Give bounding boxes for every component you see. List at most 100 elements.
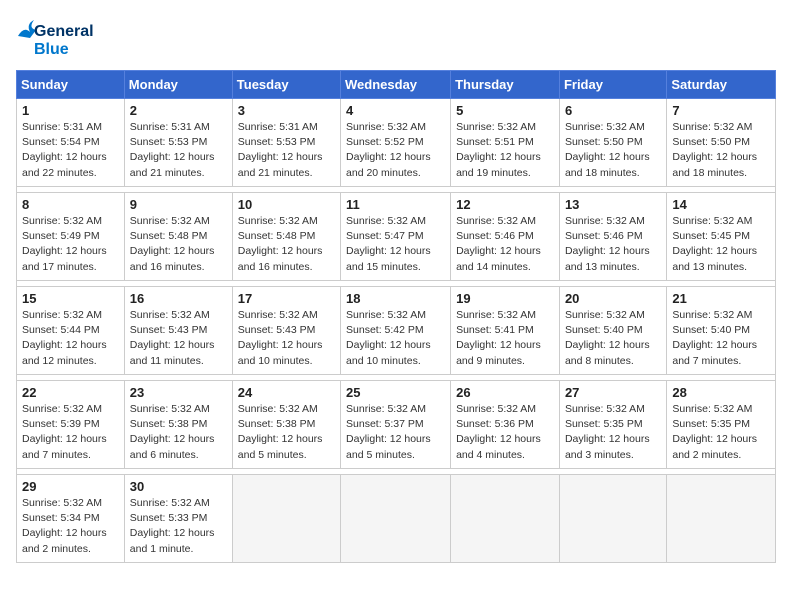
calendar-cell: 30 Sunrise: 5:32 AMSunset: 5:33 PMDayligh… [124,475,232,563]
calendar-cell: 19 Sunrise: 5:32 AMSunset: 5:41 PMDayligh… [451,287,560,375]
day-info: Sunrise: 5:32 AMSunset: 5:45 PMDaylight:… [672,214,770,275]
day-info: Sunrise: 5:32 AMSunset: 5:40 PMDaylight:… [565,308,661,369]
day-header-monday: Monday [124,71,232,99]
day-number: 19 [456,291,554,306]
day-info: Sunrise: 5:32 AMSunset: 5:33 PMDaylight:… [130,496,227,557]
day-info: Sunrise: 5:32 AMSunset: 5:41 PMDaylight:… [456,308,554,369]
day-number: 13 [565,197,661,212]
day-number: 20 [565,291,661,306]
day-number: 16 [130,291,227,306]
day-info: Sunrise: 5:31 AMSunset: 5:53 PMDaylight:… [238,120,335,181]
day-info: Sunrise: 5:32 AMSunset: 5:34 PMDaylight:… [22,496,119,557]
day-info: Sunrise: 5:32 AMSunset: 5:38 PMDaylight:… [130,402,227,463]
day-info: Sunrise: 5:32 AMSunset: 5:46 PMDaylight:… [456,214,554,275]
day-info: Sunrise: 5:32 AMSunset: 5:39 PMDaylight:… [22,402,119,463]
day-info: Sunrise: 5:32 AMSunset: 5:42 PMDaylight:… [346,308,445,369]
day-number: 9 [130,197,227,212]
week-row-3: 15 Sunrise: 5:32 AMSunset: 5:44 PMDayligh… [17,287,776,375]
calendar-cell: 13 Sunrise: 5:32 AMSunset: 5:46 PMDayligh… [559,193,666,281]
day-number: 18 [346,291,445,306]
calendar-cell: 4 Sunrise: 5:32 AMSunset: 5:52 PMDaylight… [341,99,451,187]
day-header-friday: Friday [559,71,666,99]
day-info: Sunrise: 5:32 AMSunset: 5:43 PMDaylight:… [238,308,335,369]
calendar-cell: 5 Sunrise: 5:32 AMSunset: 5:51 PMDaylight… [451,99,560,187]
calendar-cell: 8 Sunrise: 5:32 AMSunset: 5:49 PMDaylight… [17,193,125,281]
calendar-cell [451,475,560,563]
day-number: 11 [346,197,445,212]
day-number: 24 [238,385,335,400]
day-number: 22 [22,385,119,400]
calendar-header-row: SundayMondayTuesdayWednesdayThursdayFrid… [17,71,776,99]
day-header-wednesday: Wednesday [341,71,451,99]
calendar-cell: 26 Sunrise: 5:32 AMSunset: 5:36 PMDayligh… [451,381,560,469]
day-number: 15 [22,291,119,306]
calendar-cell: 23 Sunrise: 5:32 AMSunset: 5:38 PMDayligh… [124,381,232,469]
day-number: 1 [22,103,119,118]
calendar-cell: 10 Sunrise: 5:32 AMSunset: 5:48 PMDayligh… [232,193,340,281]
week-row-2: 8 Sunrise: 5:32 AMSunset: 5:49 PMDaylight… [17,193,776,281]
day-number: 12 [456,197,554,212]
calendar-cell: 9Sunrise: 5:32 AMSunset: 5:48 PMDaylight… [124,193,232,281]
day-number: 25 [346,385,445,400]
day-info: Sunrise: 5:32 AMSunset: 5:46 PMDaylight:… [565,214,661,275]
calendar-cell: 17Sunrise: 5:32 AMSunset: 5:43 PMDayligh… [232,287,340,375]
day-header-sunday: Sunday [17,71,125,99]
calendar-cell: 29 Sunrise: 5:32 AMSunset: 5:34 PMDayligh… [17,475,125,563]
day-number: 27 [565,385,661,400]
calendar-cell: 22 Sunrise: 5:32 AMSunset: 5:39 PMDayligh… [17,381,125,469]
calendar-cell: 27Sunrise: 5:32 AMSunset: 5:35 PMDayligh… [559,381,666,469]
calendar-cell: 16 Sunrise: 5:32 AMSunset: 5:43 PMDayligh… [124,287,232,375]
day-number: 3 [238,103,335,118]
day-number: 21 [672,291,770,306]
calendar-cell [232,475,340,563]
calendar-cell: 28 Sunrise: 5:32 AMSunset: 5:35 PMDayligh… [667,381,776,469]
day-info: Sunrise: 5:32 AMSunset: 5:50 PMDaylight:… [565,120,661,181]
day-number: 29 [22,479,119,494]
day-number: 26 [456,385,554,400]
day-number: 7 [672,103,770,118]
week-row-4: 22 Sunrise: 5:32 AMSunset: 5:39 PMDayligh… [17,381,776,469]
day-info: Sunrise: 5:31 AMSunset: 5:54 PMDaylight:… [22,120,119,181]
day-info: Sunrise: 5:32 AMSunset: 5:50 PMDaylight:… [672,120,770,181]
svg-text:General: General [34,23,94,40]
calendar-cell: 14Sunrise: 5:32 AMSunset: 5:45 PMDayligh… [667,193,776,281]
calendar-cell: 20 Sunrise: 5:32 AMSunset: 5:40 PMDayligh… [559,287,666,375]
calendar-cell: 3 Sunrise: 5:31 AMSunset: 5:53 PMDaylight… [232,99,340,187]
day-info: Sunrise: 5:32 AMSunset: 5:35 PMDaylight:… [672,402,770,463]
day-number: 5 [456,103,554,118]
calendar-table: SundayMondayTuesdayWednesdayThursdayFrid… [16,70,776,563]
day-number: 4 [346,103,445,118]
day-number: 28 [672,385,770,400]
day-info: Sunrise: 5:32 AMSunset: 5:37 PMDaylight:… [346,402,445,463]
calendar-cell: 2Sunrise: 5:31 AMSunset: 5:53 PMDaylight… [124,99,232,187]
calendar-cell: 18 Sunrise: 5:32 AMSunset: 5:42 PMDayligh… [341,287,451,375]
day-info: Sunrise: 5:32 AMSunset: 5:49 PMDaylight:… [22,214,119,275]
day-number: 30 [130,479,227,494]
calendar-cell: 7 Sunrise: 5:32 AMSunset: 5:50 PMDaylight… [667,99,776,187]
calendar-cell [667,475,776,563]
page-header: GeneralBlue [16,16,776,60]
calendar-cell: 21Sunrise: 5:32 AMSunset: 5:40 PMDayligh… [667,287,776,375]
day-info: Sunrise: 5:32 AMSunset: 5:43 PMDaylight:… [130,308,227,369]
day-number: 8 [22,197,119,212]
day-info: Sunrise: 5:32 AMSunset: 5:44 PMDaylight:… [22,308,119,369]
day-info: Sunrise: 5:32 AMSunset: 5:36 PMDaylight:… [456,402,554,463]
day-number: 23 [130,385,227,400]
calendar-cell: 24 Sunrise: 5:32 AMSunset: 5:38 PMDayligh… [232,381,340,469]
week-row-5: 29 Sunrise: 5:32 AMSunset: 5:34 PMDayligh… [17,475,776,563]
week-row-1: 1 Sunrise: 5:31 AMSunset: 5:54 PMDaylight… [17,99,776,187]
calendar-cell: 11 Sunrise: 5:32 AMSunset: 5:47 PMDayligh… [341,193,451,281]
calendar-cell: 15 Sunrise: 5:32 AMSunset: 5:44 PMDayligh… [17,287,125,375]
day-info: Sunrise: 5:32 AMSunset: 5:47 PMDaylight:… [346,214,445,275]
calendar-cell: 25 Sunrise: 5:32 AMSunset: 5:37 PMDayligh… [341,381,451,469]
day-info: Sunrise: 5:32 AMSunset: 5:48 PMDaylight:… [238,214,335,275]
calendar-cell: 6 Sunrise: 5:32 AMSunset: 5:50 PMDaylight… [559,99,666,187]
day-number: 6 [565,103,661,118]
day-info: Sunrise: 5:31 AMSunset: 5:53 PMDaylight:… [130,120,227,181]
day-info: Sunrise: 5:32 AMSunset: 5:52 PMDaylight:… [346,120,445,181]
day-info: Sunrise: 5:32 AMSunset: 5:38 PMDaylight:… [238,402,335,463]
calendar-cell: 12 Sunrise: 5:32 AMSunset: 5:46 PMDayligh… [451,193,560,281]
day-number: 10 [238,197,335,212]
calendar-cell: 1 Sunrise: 5:31 AMSunset: 5:54 PMDaylight… [17,99,125,187]
day-info: Sunrise: 5:32 AMSunset: 5:51 PMDaylight:… [456,120,554,181]
